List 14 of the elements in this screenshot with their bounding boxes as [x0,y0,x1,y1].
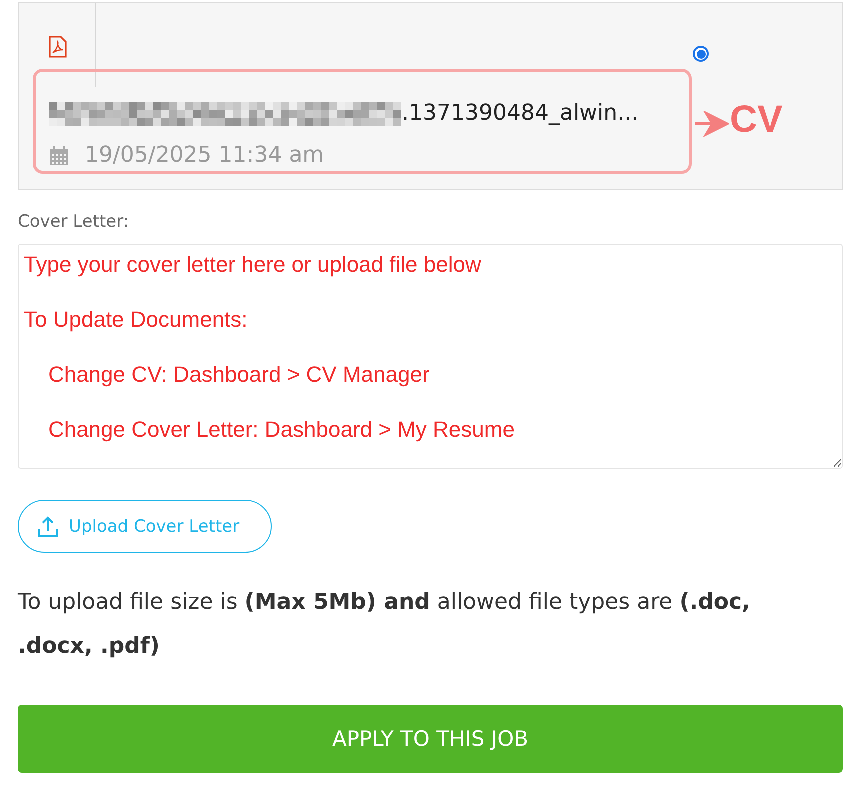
upload-button[interactable]: Upload Cover Letter [18,500,272,553]
arrow-icon [695,111,729,137]
apply-button[interactable]: APPLY TO THIS JOB [18,705,843,773]
upload-icon [37,516,59,538]
cv-card[interactable]: .1371390484_alwin... 19/05/2025 11:34 am CV [18,2,843,190]
field-label: Cover Letter: [18,212,130,232]
calendar-icon [49,146,69,166]
radio-button[interactable] [693,46,709,62]
file-name: .1371390484_alwin... [402,101,639,126]
file-requirements-text: To upload file size is (Max 5Mb) and allowed file types are (.doc, .docx, .pdf) [18,589,752,661]
pdf-file-icon [49,36,67,58]
annotation-label: CV [730,99,783,142]
upload-date: 19/05/2025 11:34 am [85,143,324,168]
cover-letter-field[interactable]: Type your cover letter here or upload file below To Update Documents: Change CV: Dashboard > CV Manager Change Cover Letter: Dashboard > My Resume [18,244,843,469]
